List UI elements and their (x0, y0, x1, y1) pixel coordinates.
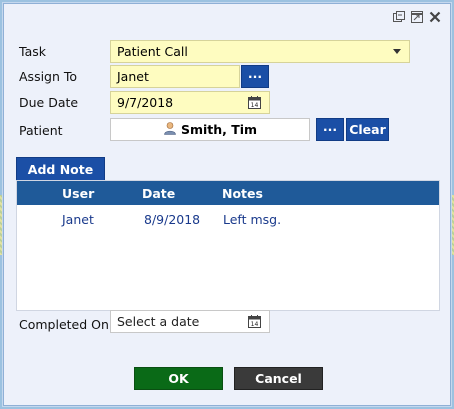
svg-text:14: 14 (251, 102, 259, 109)
notes-grid: User Date Notes Janet 8/9/2018 Left msg. (16, 180, 440, 311)
ok-button[interactable]: OK (134, 367, 223, 390)
assign-value: Janet (117, 69, 149, 84)
column-header-notes[interactable]: Notes (222, 186, 263, 201)
cell-user: Janet (62, 212, 94, 227)
user-icon (163, 121, 177, 138)
completed-on-field[interactable]: Select a date 14 (110, 310, 270, 333)
grid-header: User Date Notes (17, 181, 439, 205)
column-header-user[interactable]: User (62, 186, 94, 201)
restore-icon[interactable] (392, 10, 406, 24)
task-value: Patient Call (117, 44, 188, 59)
patient-value: Smith, Tim (180, 122, 258, 137)
patient-label: Patient (19, 123, 63, 138)
due-date-value: 9/7/2018 (117, 95, 174, 110)
cancel-button[interactable]: Cancel (234, 367, 323, 390)
assign-lookup-button[interactable]: ... (241, 65, 269, 88)
assign-field[interactable]: Janet (110, 65, 240, 88)
patient-lookup-button[interactable]: ... (316, 118, 344, 141)
due-date-label: Due Date (19, 95, 79, 110)
task-select[interactable]: Patient Call (110, 40, 410, 63)
svg-text:14: 14 (251, 321, 259, 328)
assign-label: Assign To (19, 69, 78, 84)
task-label: Task (19, 44, 46, 59)
cell-date: 8/9/2018 (144, 212, 201, 227)
close-icon[interactable] (428, 10, 442, 24)
add-note-button[interactable]: Add Note (16, 157, 105, 181)
due-date-field[interactable]: 9/7/2018 14 (110, 91, 270, 114)
calendar-icon[interactable]: 14 (248, 96, 261, 112)
column-header-date[interactable]: Date (142, 186, 175, 201)
patient-display: Smith, Tim (111, 119, 309, 140)
maximize-icon[interactable] (410, 10, 424, 24)
chevron-down-icon (393, 49, 401, 54)
window-controls (392, 10, 442, 24)
patient-field[interactable]: Smith, Tim (110, 118, 310, 141)
cell-note: Left msg. (223, 212, 282, 227)
task-dialog: Task Patient Call Assign To Janet ... Du… (3, 3, 451, 406)
completed-on-label: Completed On (19, 317, 109, 332)
calendar-icon[interactable]: 14 (248, 315, 261, 331)
completed-on-placeholder: Select a date (117, 314, 200, 329)
clear-button[interactable]: Clear (346, 118, 389, 141)
table-row[interactable]: Janet 8/9/2018 Left msg. (17, 207, 439, 229)
